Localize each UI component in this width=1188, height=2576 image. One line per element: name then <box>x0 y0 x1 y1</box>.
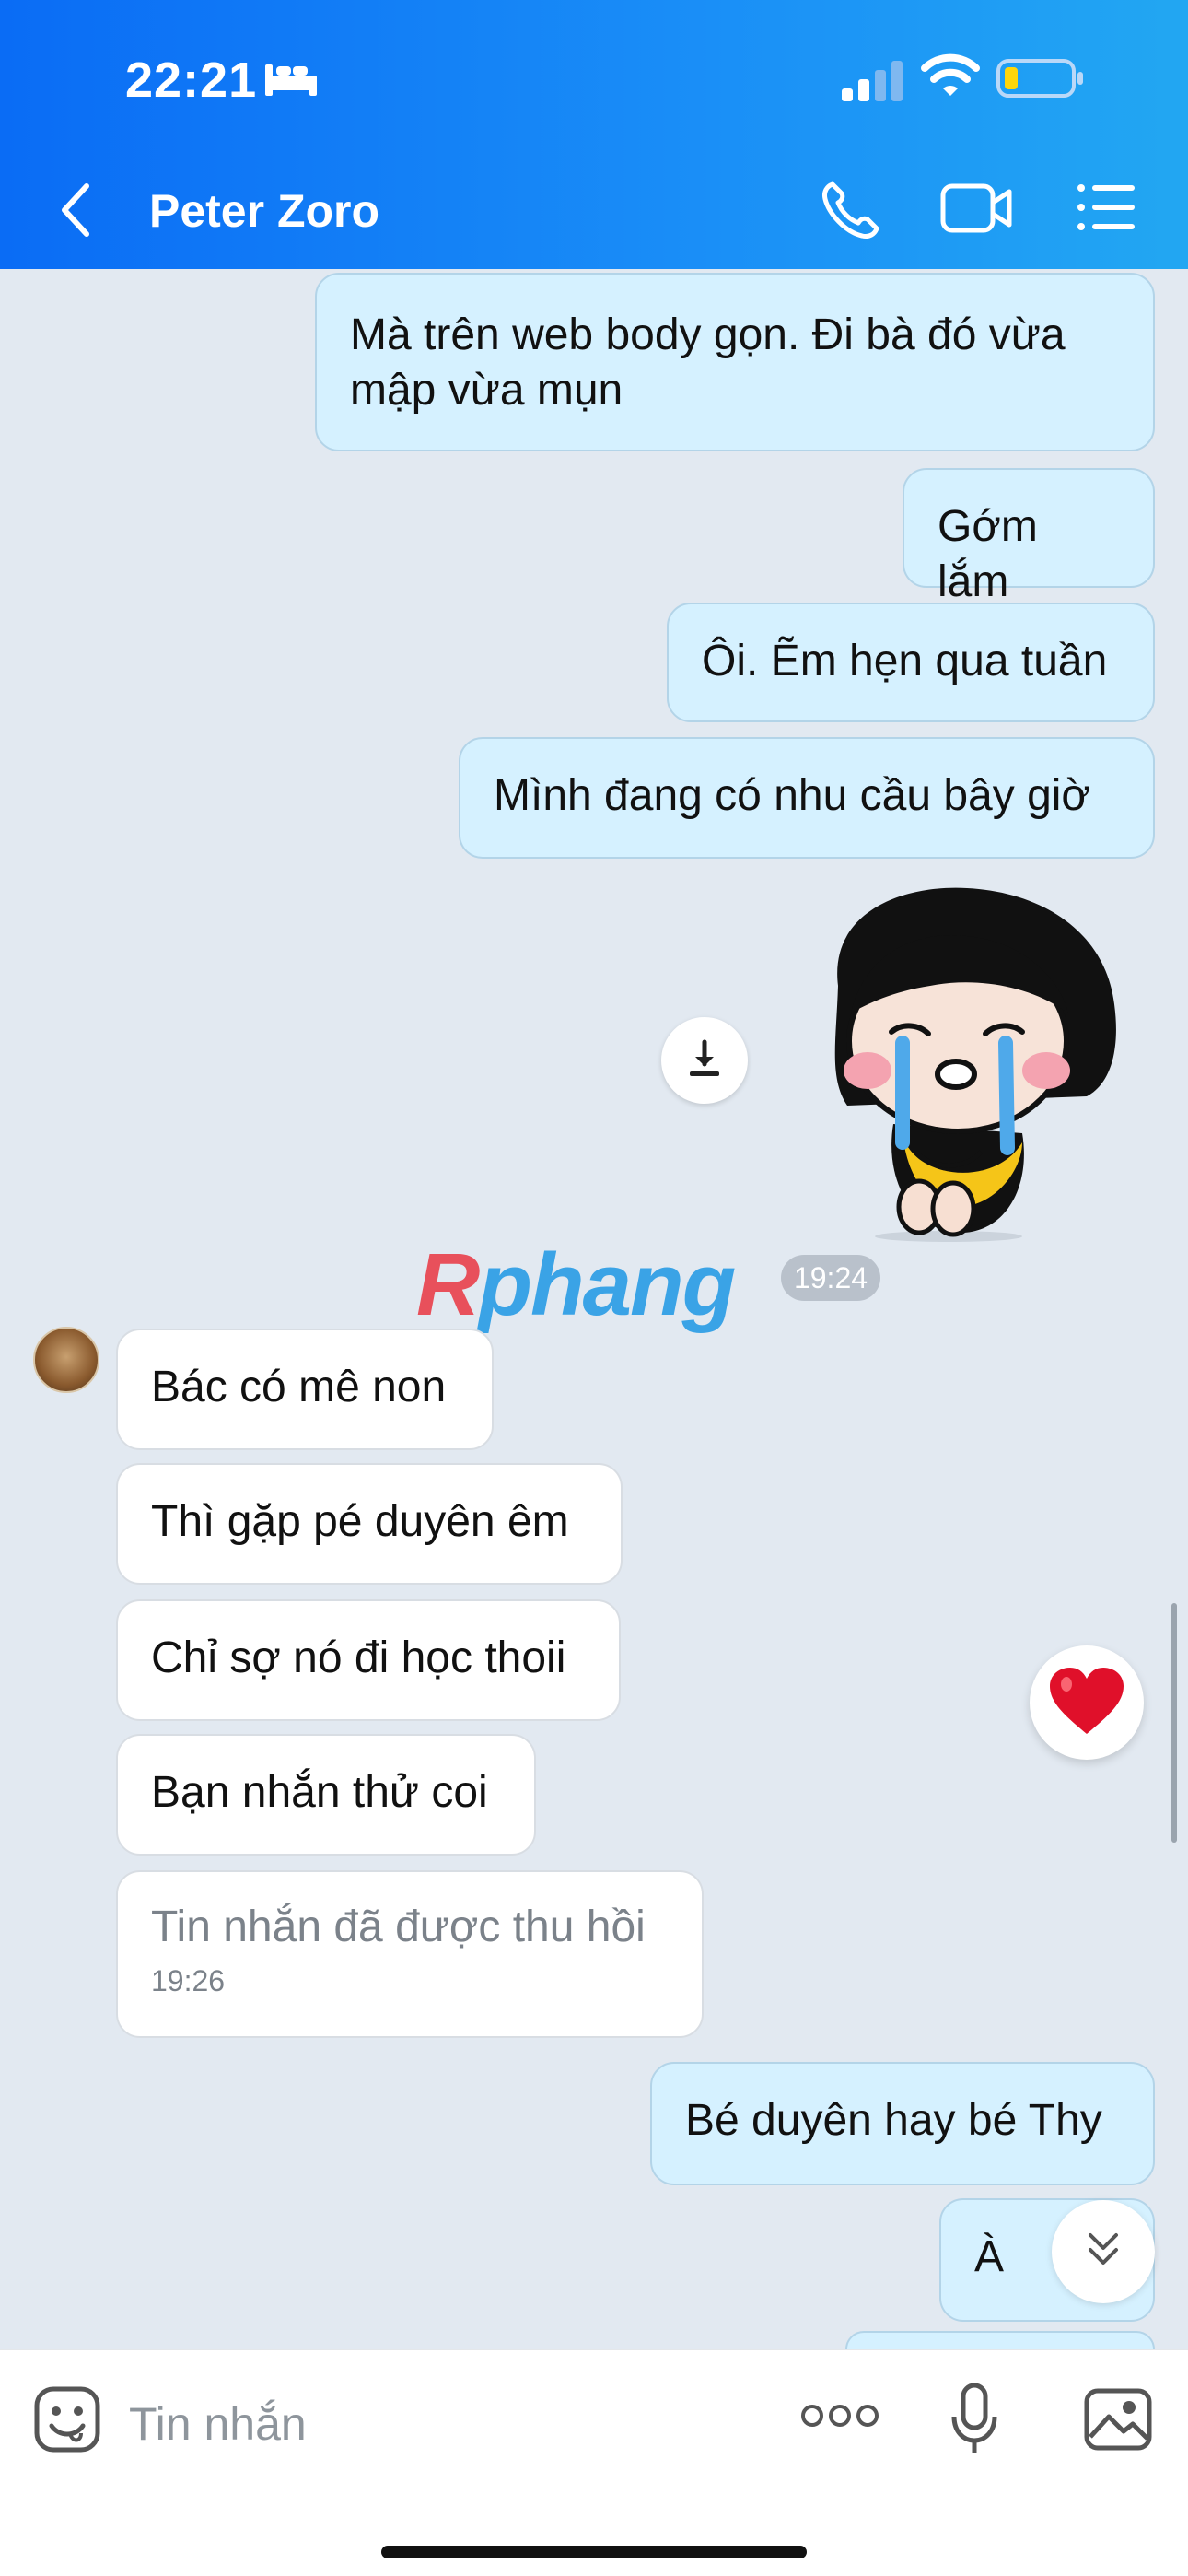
time-divider: 19:24 <box>781 1255 880 1301</box>
more-icon[interactable] <box>801 2402 879 2434</box>
emoji-icon[interactable] <box>33 2385 101 2458</box>
download-icon <box>686 1038 723 1083</box>
outgoing-message[interactable]: Gớm lắm <box>903 468 1155 606</box>
outgoing-message[interactable]: Bé duyên hay bé Thy <box>650 2062 1155 2185</box>
heart-icon <box>1046 1664 1127 1742</box>
chat-header: 22:21 Peter Zoro <box>0 0 1188 269</box>
recalled-message[interactable]: Tin nhắn đã được thu hồi 19:26 <box>116 1870 704 2038</box>
contact-name[interactable]: Peter Zoro <box>149 184 379 238</box>
quick-reaction-button[interactable] <box>1030 1645 1144 1760</box>
microphone-icon[interactable] <box>950 2382 998 2464</box>
message-text: Chỉ sợ nó đi học thoii <box>151 1633 566 1682</box>
outgoing-message[interactable]: Mình đang có nhu cầu bây giờ <box>459 737 1155 859</box>
image-icon[interactable] <box>1083 2387 1153 2456</box>
list-menu-icon[interactable] <box>1076 182 1136 237</box>
scrollbar[interactable] <box>1171 1603 1177 1843</box>
chevron-left-icon[interactable] <box>57 181 94 244</box>
status-time: 22:21 <box>125 53 258 108</box>
message-text: Thì gặp pé duyên êm <box>151 1497 569 1546</box>
message-text: Ôi. Ẽm hẹn qua tuần <box>702 637 1108 685</box>
phone-icon[interactable] <box>818 179 882 248</box>
download-button[interactable] <box>661 1017 748 1104</box>
outgoing-message[interactable]: Mà trên web body gọn. Đi bà đó vừa mập v… <box>315 273 1155 451</box>
scroll-to-bottom-button[interactable] <box>1052 2200 1155 2303</box>
sleep-focus-icon <box>263 61 319 102</box>
message-text: Gớm lắm <box>938 502 1038 606</box>
outgoing-message[interactable]: Ôi. Ẽm hẹn qua tuần <box>667 603 1155 722</box>
crying-girl-sticker[interactable] <box>810 875 1124 1248</box>
message-text: Bác có mê non <box>151 1363 447 1411</box>
message-time: 19:26 <box>151 1964 226 1997</box>
incoming-message[interactable]: Thì gặp pé duyên êm <box>116 1463 623 1585</box>
contact-avatar[interactable] <box>33 1327 99 1393</box>
message-text: Bé duyên hay bé Thy <box>685 2096 1102 2145</box>
watermark-text: phang <box>478 1235 736 1334</box>
incoming-message[interactable]: Chỉ sợ nó đi học thoii <box>116 1599 621 1721</box>
message-text: À <box>974 2232 1005 2281</box>
wifi-icon <box>921 53 980 104</box>
battery-icon <box>996 57 1085 104</box>
watermark-letter: R <box>416 1235 480 1334</box>
message-text: Mà trên web body gọn. Đi bà đó vừa mập v… <box>350 310 1066 415</box>
cellular-signal-icon <box>840 59 904 106</box>
double-chevron-down-icon <box>1085 2230 1122 2275</box>
recalled-text: Tin nhắn đã được thu hồi <box>151 1903 646 1951</box>
message-text: Bạn nhắn thử coi <box>151 1768 488 1817</box>
incoming-message[interactable]: Bác có mê non <box>116 1329 494 1450</box>
watermark-logo: Rphang <box>416 1235 736 1336</box>
home-indicator <box>381 2546 807 2558</box>
message-text: Mình đang có nhu cầu bây giờ <box>494 771 1090 820</box>
message-input[interactable] <box>129 2387 755 2461</box>
message-composer <box>0 2349 1188 2576</box>
video-call-icon[interactable] <box>939 181 1015 240</box>
incoming-message[interactable]: Bạn nhắn thử coi <box>116 1734 536 1856</box>
